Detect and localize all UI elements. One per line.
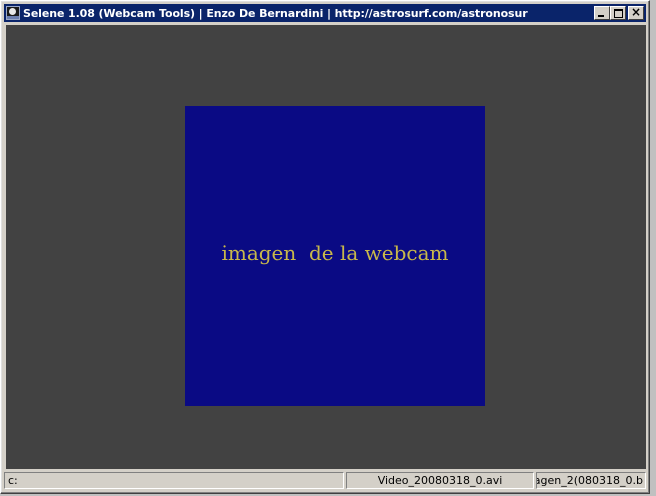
moon-shape [9,8,16,15]
status-drive: c: [4,472,344,489]
window-controls: × [594,5,644,20]
icon-label-strip [7,16,19,19]
maximize-button[interactable] [610,6,626,20]
close-button[interactable]: × [628,5,644,20]
webcam-preview[interactable]: imagen de la webcam [185,106,485,406]
window-title: Selene 1.08 (Webcam Tools) | Enzo De Ber… [23,6,528,20]
app-window: Selene 1.08 (Webcam Tools) | Enzo De Ber… [0,0,650,494]
selene-app-icon[interactable] [6,6,20,20]
status-image-file-text: agen_2(080318_0.b [536,474,643,487]
status-image-file: agen_2(080318_0.b [536,472,646,489]
close-icon: × [630,5,642,19]
title-bar[interactable]: Selene 1.08 (Webcam Tools) | Enzo De Ber… [4,4,646,22]
minimize-button[interactable] [594,6,610,20]
maximize-icon [614,9,623,18]
webcam-placeholder-text: imagen de la webcam [221,240,449,265]
main-client-area: imagen de la webcam [6,25,646,469]
status-video-file: Video_20080318_0.avi [346,472,534,489]
status-bar: c: Video_20080318_0.avi agen_2(080318_0.… [4,472,648,491]
minimize-icon [598,15,604,17]
